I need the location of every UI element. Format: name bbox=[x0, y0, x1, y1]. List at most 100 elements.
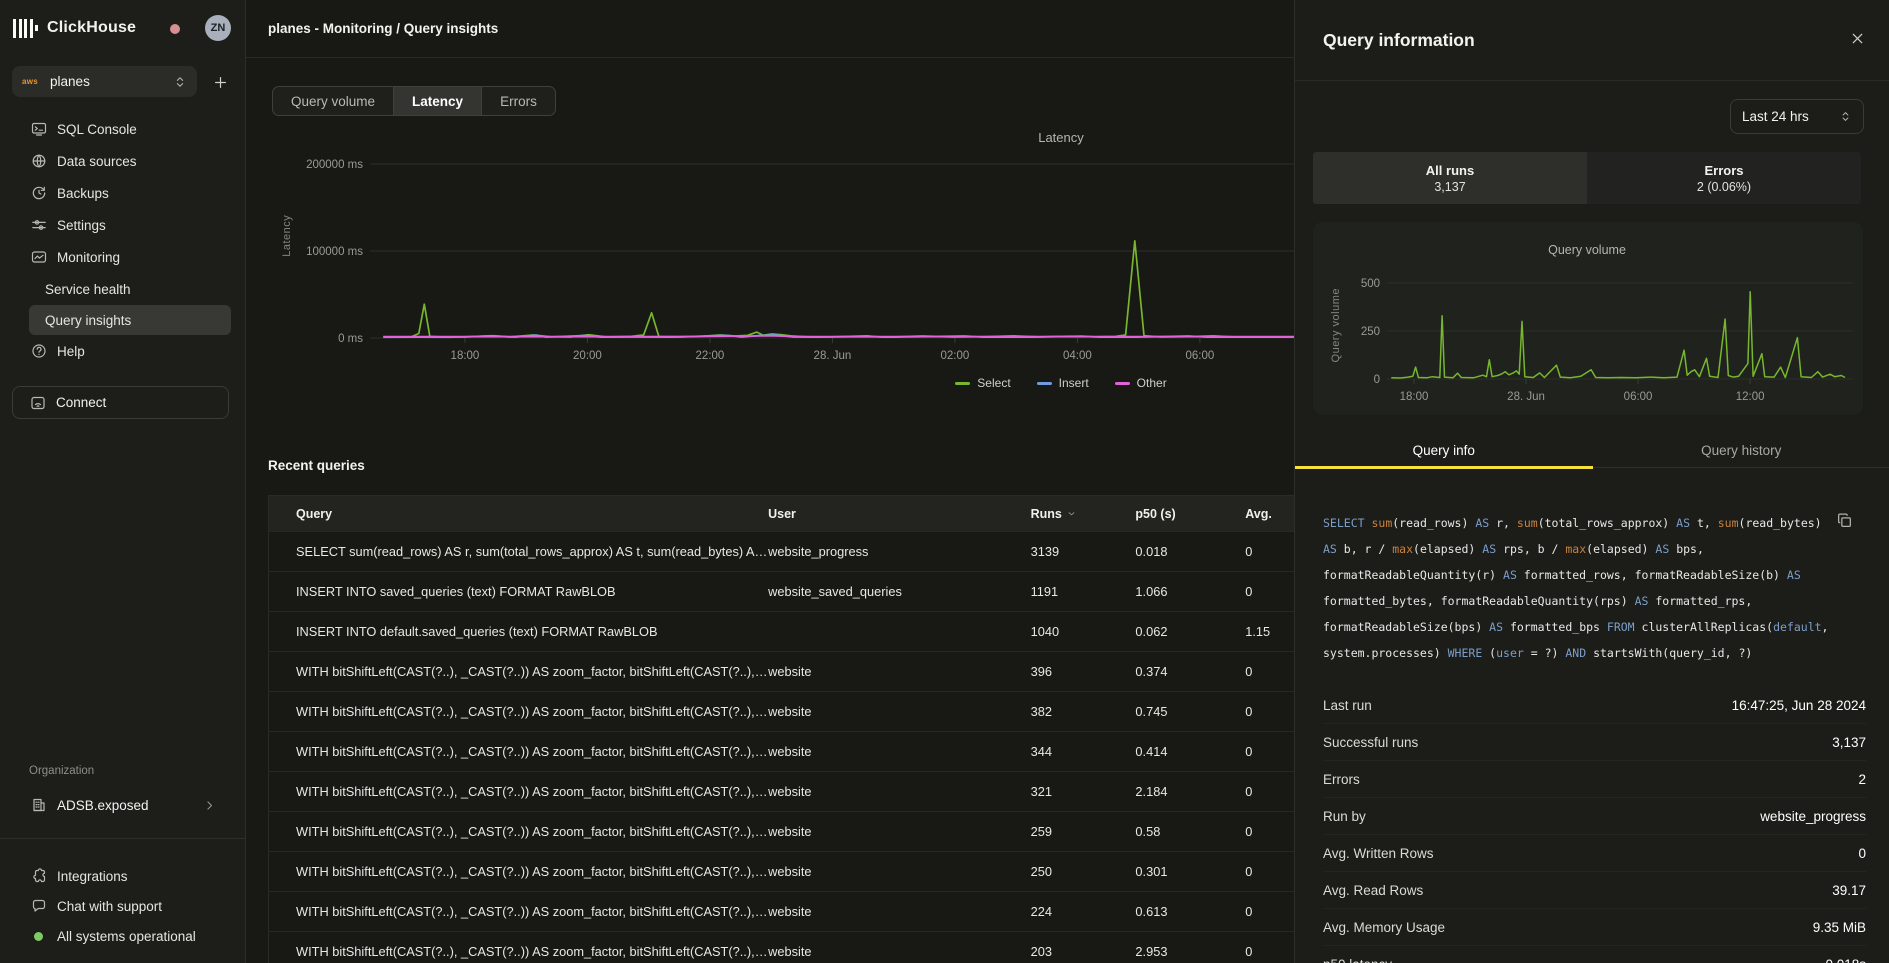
sidebar-item-service-health[interactable]: Service health bbox=[0, 273, 246, 305]
legend-swatch bbox=[955, 382, 970, 385]
monitoring-icon bbox=[31, 249, 47, 265]
tab-query-info[interactable]: Query info bbox=[1295, 433, 1593, 467]
sidebar-item-label: Query insights bbox=[45, 313, 131, 328]
legend-item-other[interactable]: Other bbox=[1115, 376, 1167, 390]
runs-cell: 3139 bbox=[1031, 544, 1136, 559]
copy-icon[interactable] bbox=[1836, 512, 1853, 529]
brand-name: ClickHouse bbox=[47, 19, 136, 37]
segment-label: Errors bbox=[1704, 163, 1743, 178]
sql-code-line: formatReadableQuantity(r) AS formatted_r… bbox=[1323, 562, 1866, 588]
legend-label: Insert bbox=[1059, 376, 1089, 390]
sidebar-item-backups[interactable]: Backups bbox=[0, 177, 246, 209]
table-row[interactable]: WITH bitShiftLeft(CAST(?..), _CAST(?..))… bbox=[269, 731, 1294, 771]
sql-code-line: AS b, r / max(elapsed) AS rps, b / max(e… bbox=[1323, 536, 1866, 562]
segment-errors[interactable]: Errors 2 (0.06%) bbox=[1587, 152, 1861, 204]
legend-item-insert[interactable]: Insert bbox=[1037, 376, 1089, 390]
avg-cell: 0 bbox=[1245, 544, 1294, 559]
table-row[interactable]: WITH bitShiftLeft(CAST(?..), _CAST(?..))… bbox=[269, 651, 1294, 691]
time-range-select[interactable]: Last 24 hrs bbox=[1730, 99, 1864, 134]
segment-all-runs[interactable]: All runs3,137 bbox=[1313, 152, 1587, 204]
close-icon[interactable] bbox=[1847, 28, 1867, 48]
svg-text:Latency: Latency bbox=[1038, 130, 1084, 145]
sidebar-item-sql-console[interactable]: SQL Console bbox=[0, 113, 246, 145]
sidebar-item-monitoring[interactable]: Monitoring bbox=[0, 241, 246, 273]
runs-cell: 250 bbox=[1031, 864, 1136, 879]
user-cell: website_saved_queries bbox=[768, 584, 1031, 599]
segment-value: 2 (0.06%) bbox=[1697, 180, 1751, 194]
footer-item-label: All systems operational bbox=[57, 929, 196, 944]
table-row[interactable]: WITH bitShiftLeft(CAST(?..), _CAST(?..))… bbox=[269, 811, 1294, 851]
sidebar-item-label: Help bbox=[57, 344, 85, 359]
tab-query-history[interactable]: Query history bbox=[1593, 433, 1889, 467]
sidebar-item-query-insights[interactable]: Query insights bbox=[29, 305, 231, 335]
svg-text:250: 250 bbox=[1361, 326, 1380, 338]
column-header-user: User bbox=[768, 507, 1031, 521]
table-row[interactable]: WITH bitShiftLeft(CAST(?..), _CAST(?..))… bbox=[269, 891, 1294, 931]
avg-cell: 0 bbox=[1245, 704, 1294, 719]
p50-cell: 2.184 bbox=[1135, 784, 1245, 799]
stat-label: Run by bbox=[1323, 809, 1366, 824]
project-selector[interactable]: aws planes bbox=[12, 66, 197, 97]
notification-dot-icon[interactable] bbox=[170, 24, 180, 34]
runs-errors-segments: All runs3,137 Errors 2 (0.06%) bbox=[1313, 152, 1861, 204]
sidebar-footer: IntegrationsChat with support All systems… bbox=[0, 861, 246, 951]
svg-text:02:00: 02:00 bbox=[941, 350, 970, 362]
connect-icon bbox=[30, 395, 46, 411]
column-header-runs[interactable]: Runs bbox=[1031, 507, 1136, 521]
brand-row: ClickHouse bbox=[13, 14, 233, 42]
table-row[interactable]: INSERT INTO saved_queries (text) FORMAT … bbox=[269, 571, 1294, 611]
tab-query-volume[interactable]: Query volume bbox=[273, 87, 394, 115]
sidebar-nav: SQL Console Data sourcesBackupsSettingsMo… bbox=[0, 113, 246, 367]
table-row[interactable]: WITH bitShiftLeft(CAST(?..), _CAST(?..))… bbox=[269, 931, 1294, 963]
svg-text:20:00: 20:00 bbox=[573, 350, 602, 362]
runs-cell: 259 bbox=[1031, 824, 1136, 839]
stat-value: 9.35 MiB bbox=[1813, 920, 1866, 935]
table-row[interactable]: WITH bitShiftLeft(CAST(?..), _CAST(?..))… bbox=[269, 771, 1294, 811]
table-row[interactable]: SELECT sum(read_rows) AS r, sum(total_ro… bbox=[269, 531, 1294, 571]
table-row[interactable]: WITH bitShiftLeft(CAST(?..), _CAST(?..))… bbox=[269, 691, 1294, 731]
legend-label: Other bbox=[1137, 376, 1167, 390]
query-cell: WITH bitShiftLeft(CAST(?..), _CAST(?..))… bbox=[269, 704, 768, 719]
tab-errors[interactable]: Errors bbox=[482, 87, 555, 115]
runs-cell: 224 bbox=[1031, 904, 1136, 919]
organization-row[interactable]: ADSB.exposed bbox=[0, 790, 246, 820]
p50-cell: 0.613 bbox=[1135, 904, 1245, 919]
sidebar-footer-chat-with-support[interactable]: Chat with support bbox=[0, 891, 246, 921]
avg-cell: 0 bbox=[1245, 744, 1294, 759]
latency-chart: LatencyLatency0 ms100000 ms200000 ms18:0… bbox=[246, 116, 1294, 406]
p50-cell: 0.301 bbox=[1135, 864, 1245, 879]
stat-label: Avg. Written Rows bbox=[1323, 846, 1434, 861]
tab-latency[interactable]: Latency bbox=[394, 87, 482, 115]
table-header-row: QueryUserRunsp50 (s)Avg. bbox=[269, 496, 1294, 531]
svg-text:Query volume: Query volume bbox=[1330, 288, 1342, 362]
sidebar-item-label: SQL Console bbox=[57, 122, 137, 137]
column-header-avg-: Avg. bbox=[1245, 507, 1294, 521]
column-header-p50-s-: p50 (s) bbox=[1135, 507, 1245, 521]
sidebar-item-settings[interactable]: Settings bbox=[0, 209, 246, 241]
backups-icon bbox=[31, 185, 47, 201]
sidebar-footer-all-systems-operational[interactable]: All systems operational bbox=[0, 921, 246, 951]
stat-label: Last run bbox=[1323, 698, 1372, 713]
stat-row-errors: Errors2 bbox=[1323, 761, 1866, 798]
sidebar-item-data-sources[interactable]: Data sources bbox=[0, 145, 246, 177]
svg-text:500: 500 bbox=[1361, 278, 1380, 290]
query-cell: INSERT INTO default.saved_queries (text)… bbox=[269, 624, 768, 639]
avatar[interactable]: ZN bbox=[205, 15, 231, 41]
stat-row-avg-memory-usage: Avg. Memory Usage9.35 MiB bbox=[1323, 909, 1866, 946]
page-title: planes - Monitoring / Query insights bbox=[268, 21, 498, 36]
svg-text:Latency: Latency bbox=[281, 215, 293, 257]
stat-value: 16:47:25, Jun 28 2024 bbox=[1732, 698, 1866, 713]
runs-cell: 344 bbox=[1031, 744, 1136, 759]
query-volume-chart-svg: Query volumeQuery volume025050018:0028. … bbox=[1313, 222, 1863, 415]
table-row[interactable]: INSERT INTO default.saved_queries (text)… bbox=[269, 611, 1294, 651]
legend-item-select[interactable]: Select bbox=[955, 376, 1010, 390]
connect-button[interactable]: Connect bbox=[12, 386, 229, 419]
sidebar-item-help[interactable]: Help bbox=[0, 335, 246, 367]
user-cell: website bbox=[768, 824, 1031, 839]
settings-icon bbox=[31, 217, 47, 233]
add-service-button[interactable] bbox=[208, 70, 232, 94]
clickhouse-logo-icon bbox=[13, 18, 38, 38]
table-row[interactable]: WITH bitShiftLeft(CAST(?..), _CAST(?..))… bbox=[269, 851, 1294, 891]
sql-code-block: SELECT sum(read_rows) AS r, sum(total_ro… bbox=[1323, 510, 1866, 666]
sidebar-footer-integrations[interactable]: Integrations bbox=[0, 861, 246, 891]
